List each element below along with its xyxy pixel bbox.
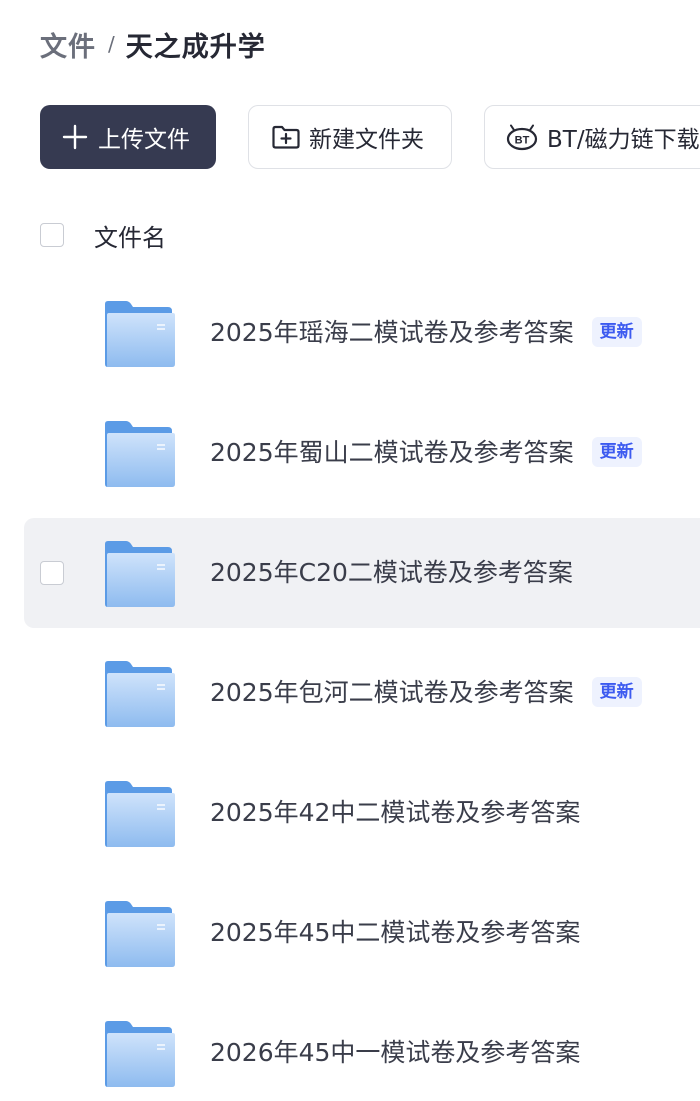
new-folder-button[interactable]: 新建文件夹	[248, 105, 452, 169]
breadcrumb-root[interactable]: 文件	[40, 25, 96, 64]
folder-icon	[102, 540, 176, 608]
plus-icon	[62, 124, 88, 150]
file-row[interactable]: 2025年蜀山二模试卷及参考答案 更新	[24, 398, 700, 508]
folder-icon	[102, 420, 176, 488]
file-name-text: 2025年蜀山二模试卷及参考答案	[210, 438, 574, 467]
folder-icon	[102, 1020, 176, 1088]
breadcrumb: 文件 / 天之成升学	[40, 24, 266, 64]
breadcrumb-separator: /	[108, 32, 116, 56]
file-list: 2025年瑶海二模试卷及参考答案 更新 2025年蜀山二模试卷及参考答案 更新	[24, 278, 700, 1101]
column-header-filename: 文件名	[94, 223, 166, 252]
update-badge: 更新	[591, 677, 642, 707]
upload-button[interactable]: 上传文件	[40, 105, 216, 169]
file-row[interactable]: 2025年瑶海二模试卷及参考答案 更新	[24, 278, 700, 388]
file-name: 2025年42中二模试卷及参考答案	[210, 795, 580, 831]
bt-download-button-label: BT/磁力链下载	[547, 127, 700, 153]
folder-icon	[102, 300, 176, 368]
svg-text:BT: BT	[515, 135, 530, 147]
file-row-checkbox[interactable]	[40, 561, 64, 585]
file-row[interactable]: 2025年包河二模试卷及参考答案 更新	[24, 638, 700, 748]
breadcrumb-current: 天之成升学	[125, 31, 266, 63]
file-name-text: 2025年C20二模试卷及参考答案	[210, 558, 573, 587]
bt-download-button[interactable]: BT BT/磁力链下载	[484, 105, 700, 169]
folder-icon	[102, 780, 176, 848]
folder-plus-icon	[271, 124, 301, 150]
file-name: 2026年45中一模试卷及参考答案	[210, 1035, 580, 1071]
new-folder-button-label: 新建文件夹	[309, 127, 424, 153]
folder-icon	[102, 660, 176, 728]
file-name-text: 2026年45中一模试卷及参考答案	[210, 1038, 581, 1067]
update-badge: 更新	[591, 437, 642, 467]
update-badge: 更新	[591, 317, 642, 347]
bt-icon: BT	[505, 123, 539, 151]
file-row[interactable]: 2025年45中二模试卷及参考答案	[24, 878, 700, 988]
file-name-text: 2025年瑶海二模试卷及参考答案	[210, 318, 574, 347]
select-all-checkbox[interactable]	[40, 223, 64, 247]
upload-button-label: 上传文件	[98, 127, 190, 153]
file-manager-page: 文件 / 天之成升学 上传文件 新建文件夹 BT BT/磁力链下载 文件名 20…	[0, 0, 700, 1101]
file-name-text: 2025年包河二模试卷及参考答案	[210, 678, 574, 707]
file-name: 2025年C20二模试卷及参考答案	[210, 555, 573, 591]
file-name: 2025年蜀山二模试卷及参考答案 更新	[210, 435, 642, 471]
file-name-text: 2025年45中二模试卷及参考答案	[210, 918, 581, 947]
file-name: 2025年45中二模试卷及参考答案	[210, 915, 580, 951]
file-name: 2025年包河二模试卷及参考答案 更新	[210, 675, 642, 711]
file-row[interactable]: 2026年45中一模试卷及参考答案	[24, 998, 700, 1101]
list-header: 文件名	[40, 212, 166, 258]
file-name: 2025年瑶海二模试卷及参考答案 更新	[210, 315, 642, 351]
file-row[interactable]: 2025年42中二模试卷及参考答案	[24, 758, 700, 868]
toolbar: 上传文件 新建文件夹 BT BT/磁力链下载	[40, 105, 700, 169]
file-row[interactable]: 2025年C20二模试卷及参考答案	[24, 518, 700, 628]
file-name-text: 2025年42中二模试卷及参考答案	[210, 798, 581, 827]
folder-icon	[102, 900, 176, 968]
